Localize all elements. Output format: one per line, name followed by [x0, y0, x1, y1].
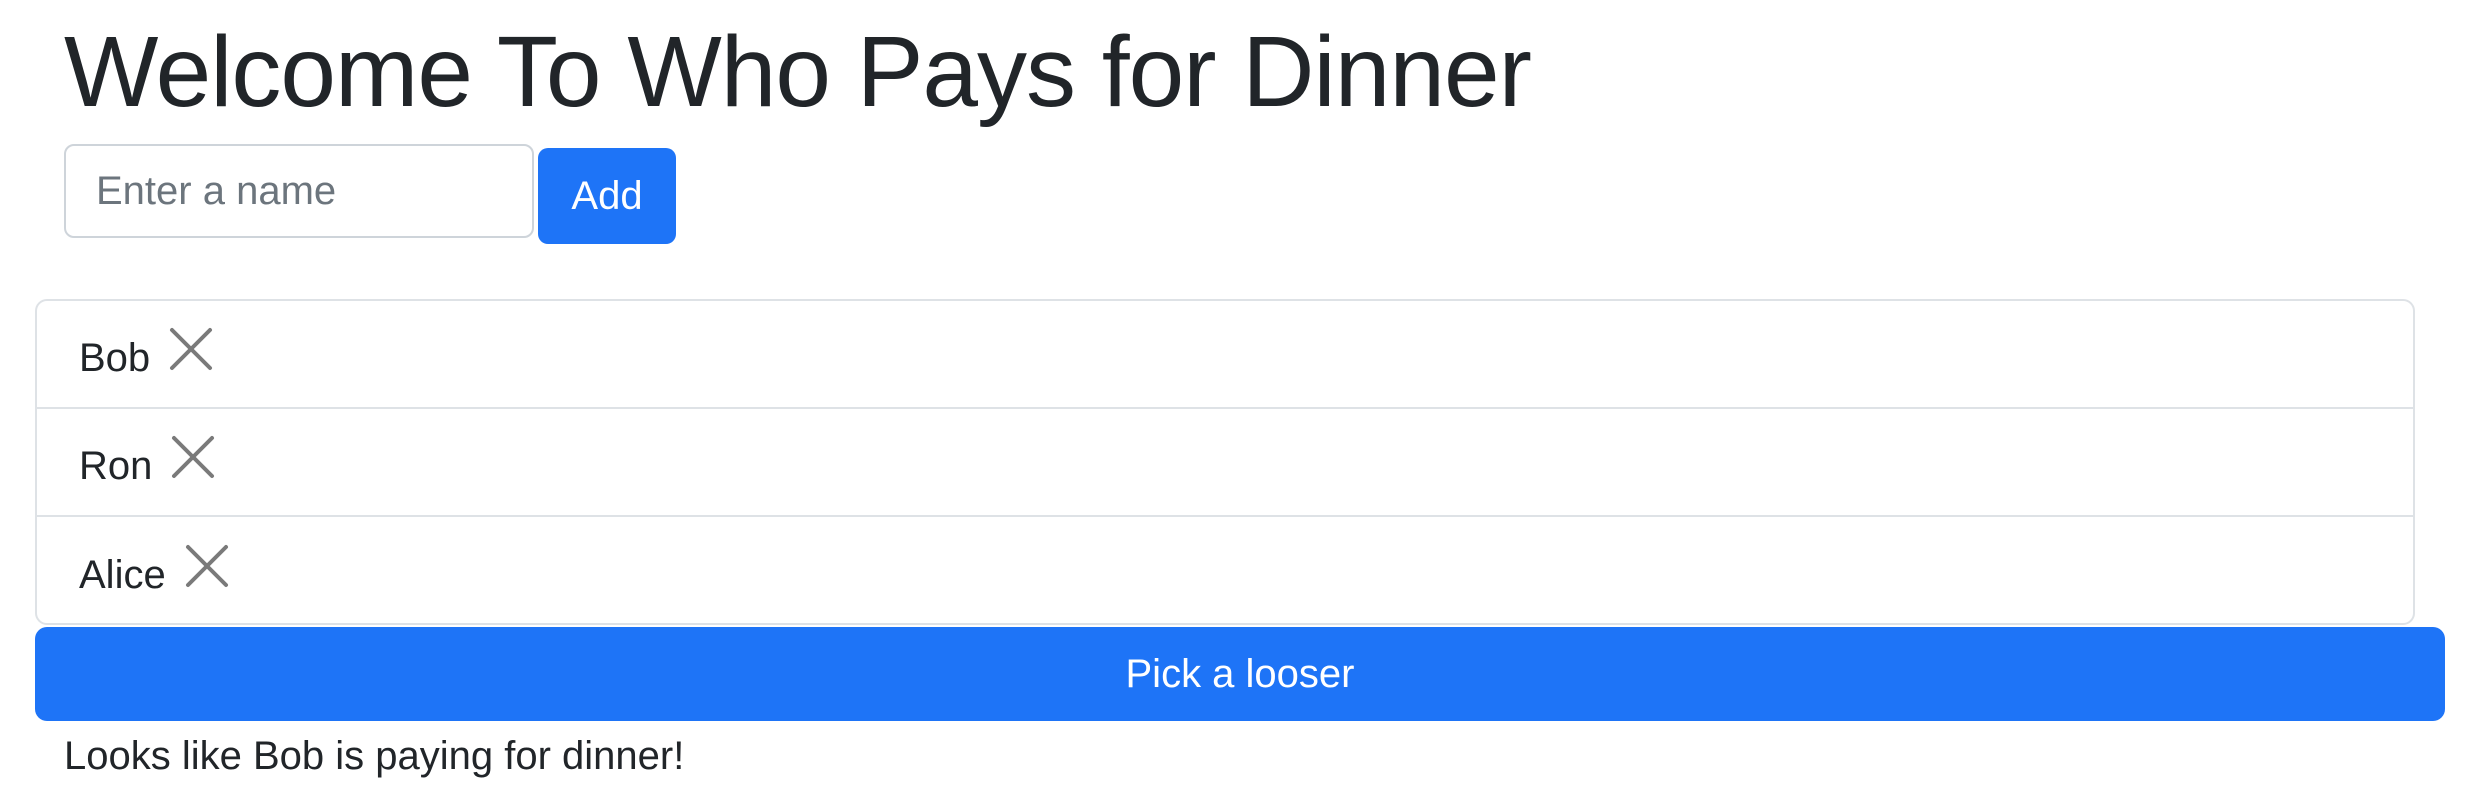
close-icon[interactable] — [184, 543, 230, 589]
name-label: Alice — [79, 552, 166, 597]
list-item: Alice — [37, 517, 2413, 623]
result-message: Looks like Bob is paying for dinner! — [64, 734, 685, 778]
close-icon[interactable] — [168, 326, 214, 372]
close-icon[interactable] — [170, 434, 216, 480]
name-label: Bob — [79, 335, 151, 380]
add-button[interactable]: Add — [538, 148, 676, 244]
name-input[interactable] — [64, 144, 534, 238]
page-title: Welcome To Who Pays for Dinner — [64, 16, 1532, 128]
list-item: Ron — [37, 409, 2413, 517]
name-label: Ron — [79, 443, 153, 488]
list-item: Bob — [37, 301, 2413, 409]
names-list: Bob Ron Alice — [35, 299, 2415, 625]
pick-looser-button[interactable]: Pick a looser — [35, 627, 2445, 721]
